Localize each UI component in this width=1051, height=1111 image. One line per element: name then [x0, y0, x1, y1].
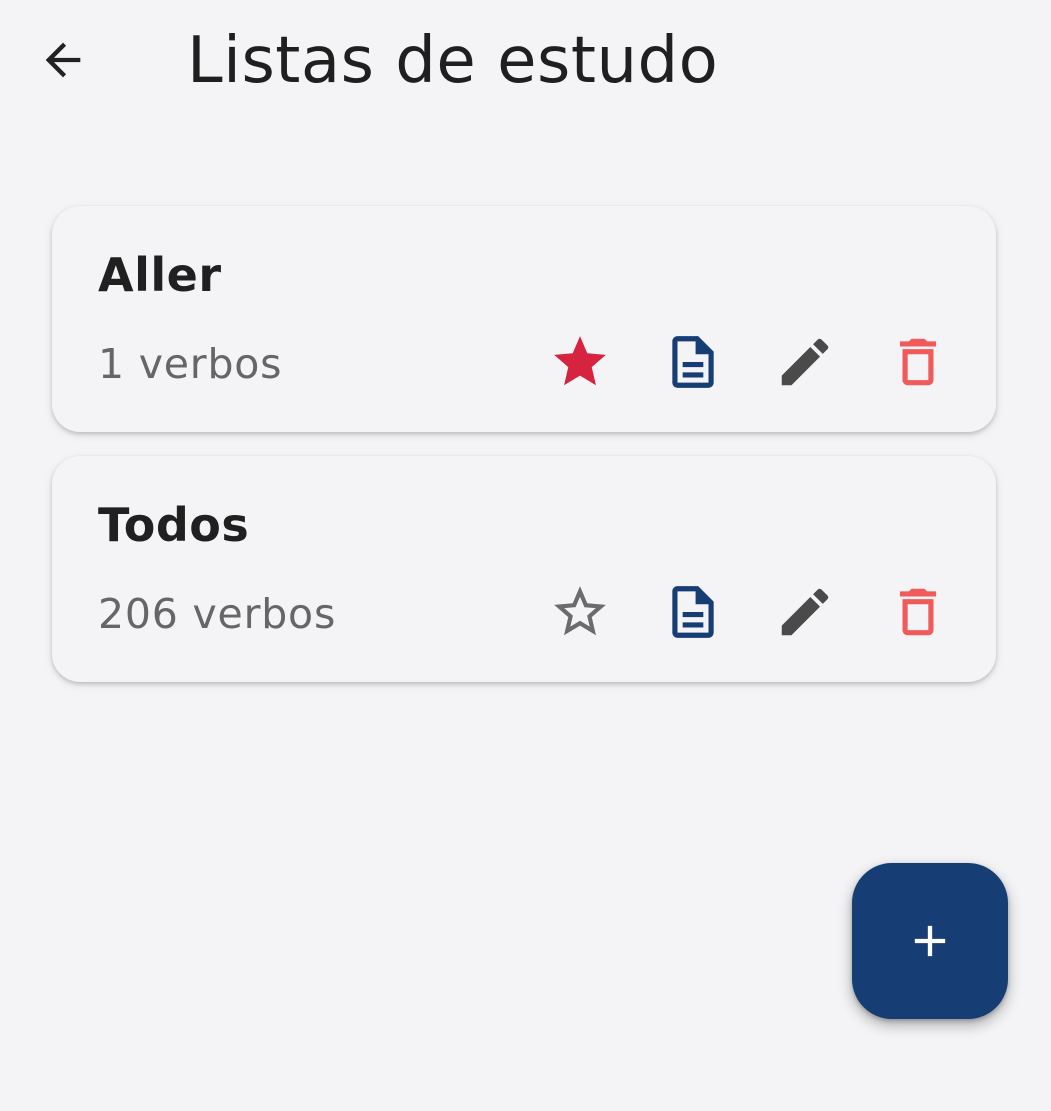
pencil-icon — [781, 588, 829, 636]
view-list-button[interactable] — [653, 322, 733, 402]
verb-count: 1 verbos — [98, 340, 283, 388]
document-icon — [672, 586, 714, 638]
view-list-button[interactable] — [653, 572, 733, 652]
arrow-back-icon — [45, 42, 81, 78]
star-outline-icon — [554, 586, 606, 636]
verb-count: 206 verbos — [98, 590, 337, 638]
edit-list-button[interactable] — [765, 322, 845, 402]
list-name: Aller — [98, 248, 222, 302]
document-icon — [672, 336, 714, 388]
delete-list-button[interactable] — [878, 572, 958, 652]
back-button[interactable] — [18, 18, 108, 102]
list-name: Todos — [98, 498, 250, 552]
favorite-button[interactable] — [540, 322, 620, 402]
star-filled-icon — [554, 336, 606, 386]
trash-icon — [899, 338, 937, 386]
favorite-button[interactable] — [540, 572, 620, 652]
page-title: Listas de estudo — [187, 24, 719, 98]
study-list-card[interactable]: Aller 1 verbos — [52, 206, 996, 432]
add-list-button[interactable] — [852, 863, 1008, 1019]
delete-list-button[interactable] — [878, 322, 958, 402]
pencil-icon — [781, 338, 829, 386]
edit-list-button[interactable] — [765, 572, 845, 652]
trash-icon — [899, 588, 937, 636]
study-list-card[interactable]: Todos 206 verbos — [52, 456, 996, 682]
plus-icon — [914, 925, 946, 957]
app-bar: Listas de estudo — [0, 0, 1051, 120]
